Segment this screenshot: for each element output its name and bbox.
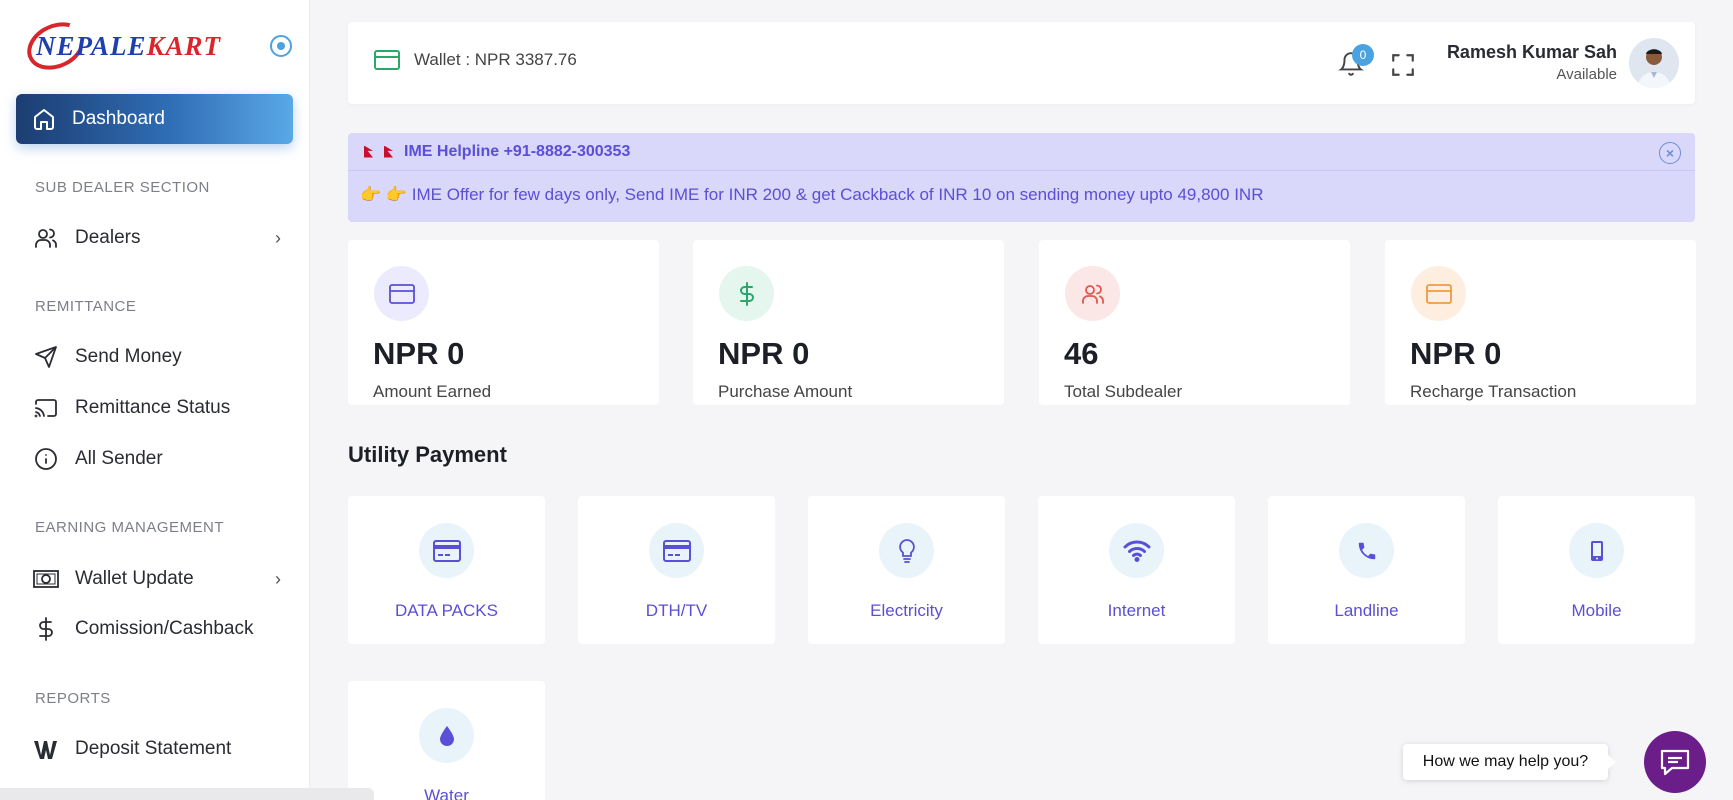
stat-value: NPR 0 [1410, 336, 1502, 371]
helpline-row: IME Helpline +91-8882-300353 × [348, 133, 1695, 171]
stat-value: NPR 0 [718, 336, 810, 371]
stat-value: 46 [1064, 336, 1099, 371]
sidebar-item-send-money[interactable]: Send Money [33, 337, 289, 377]
close-icon[interactable]: × [1659, 142, 1681, 164]
wifi-icon [1109, 523, 1164, 578]
sidebar-item-all-sender[interactable]: All Sender [33, 439, 289, 479]
section-remittance: REMITTANCE [35, 298, 137, 315]
sidebar: NEPALEKART Dashboard SUB DEALER SECTION … [0, 0, 310, 800]
notification-button[interactable]: 0 [1338, 44, 1374, 80]
sidebar-item-wallet-update[interactable]: Wallet Update › [33, 559, 289, 599]
section-sub-dealer: SUB DEALER SECTION [35, 179, 210, 196]
tile-label: Water [424, 786, 469, 800]
sidebar-item-deposit-statement[interactable]: Deposit Statement [33, 729, 289, 769]
stat-card-amount-earned: NPR 0 Amount Earned [348, 240, 659, 405]
section-earning: EARNING MANAGEMENT [35, 519, 225, 536]
user-status: Available [1556, 66, 1617, 83]
mobile-icon [1569, 523, 1624, 578]
sidebar-item-label: Dealers [75, 227, 141, 248]
sidebar-item-remittance-status[interactable]: Remittance Status [33, 388, 289, 428]
fullscreen-button[interactable] [1390, 52, 1416, 78]
send-icon [33, 344, 59, 370]
logo-row: NEPALEKART [19, 13, 292, 79]
utility-tile-dth-tv[interactable]: DTH/TV [578, 496, 775, 644]
section-reports: REPORTS [35, 690, 111, 707]
stat-label: Recharge Transaction [1410, 382, 1577, 401]
bulb-icon [879, 523, 934, 578]
utility-tile-water[interactable]: Water [348, 681, 545, 800]
sidebar-item-label: Dashboard [72, 108, 165, 129]
stat-card-purchase-amount: NPR 0 Purchase Amount [693, 240, 1004, 405]
sidebar-item-label: Wallet Update [75, 568, 194, 589]
home-icon [34, 109, 54, 130]
cast-icon [33, 395, 59, 421]
offer-message: 👉 👉 IME Offer for few days only, Send IM… [360, 185, 1264, 204]
credit-card-icon [649, 523, 704, 578]
dollar-icon [33, 616, 59, 642]
phone-icon [1339, 523, 1394, 578]
tile-label: Mobile [1571, 601, 1622, 620]
tile-label: DTH/TV [645, 601, 708, 620]
chat-button[interactable] [1644, 731, 1706, 793]
chat-icon [1660, 749, 1690, 776]
sidebar-item-label: Remittance Status [75, 397, 231, 418]
credit-card-icon [419, 523, 474, 578]
sidebar-item-label: Deposit Statement [75, 738, 232, 759]
sidebar-toggle-icon[interactable] [270, 35, 292, 57]
top-header: Wallet : NPR 3387.76 0 Ramesh Kumar Sah … [348, 22, 1695, 104]
stat-label: Total Subdealer [1064, 382, 1183, 401]
brand-logo[interactable]: NEPALEKART [19, 13, 221, 79]
water-drop-icon [419, 708, 474, 763]
fullscreen-icon [1392, 54, 1414, 76]
money-icon [33, 566, 59, 592]
tile-label: Landline [1334, 601, 1399, 620]
stat-value: NPR 0 [373, 336, 465, 371]
nepal-flag-icon [364, 145, 373, 158]
info-icon [33, 446, 59, 472]
wallet-card-icon [374, 50, 400, 70]
tile-label: Electricity [870, 601, 943, 620]
card-icon [374, 266, 429, 321]
helpline-text: IME Helpline +91-8882-300353 [404, 142, 631, 160]
utility-tile-data-packs[interactable]: DATA PACKS [348, 496, 545, 644]
tile-label: Internet [1107, 601, 1166, 620]
avatar[interactable] [1629, 38, 1679, 88]
utility-tile-electricity[interactable]: Electricity [808, 496, 1005, 644]
utility-tile-internet[interactable]: Internet [1038, 496, 1235, 644]
stat-card-total-subdealer: 46 Total Subdealer [1039, 240, 1350, 405]
stat-label: Amount Earned [373, 382, 492, 401]
chat-help-prompt[interactable]: How we may help you? [1403, 744, 1616, 780]
utility-tile-mobile[interactable]: Mobile [1498, 496, 1695, 644]
stat-card-recharge-transaction: NPR 0 Recharge Transaction [1385, 240, 1696, 405]
stat-label: Purchase Amount [718, 382, 853, 401]
sidebar-item-commission[interactable]: Comission/Cashback [33, 609, 289, 649]
dollar-icon [719, 266, 774, 321]
sidebar-item-label: Send Money [75, 346, 182, 367]
sidebar-item-dealers[interactable]: Dealers › [33, 218, 289, 258]
statement-icon [33, 736, 59, 762]
browser-status-bar [0, 788, 374, 800]
card-icon [1411, 266, 1466, 321]
announcement-banner: IME Helpline +91-8882-300353 × 👉 👉 IME O… [348, 133, 1695, 222]
users-icon [33, 225, 59, 251]
sidebar-item-label: Comission/Cashback [75, 618, 254, 639]
chevron-right-icon: › [275, 568, 281, 589]
sidebar-item-dashboard[interactable]: Dashboard [16, 94, 293, 144]
tile-label: DATA PACKS [395, 601, 498, 620]
utility-payment-title: Utility Payment [348, 442, 507, 467]
sidebar-item-label: All Sender [75, 448, 163, 469]
utility-tile-landline[interactable]: Landline [1268, 496, 1465, 644]
wallet-balance: Wallet : NPR 3387.76 [374, 50, 577, 70]
nepal-flag-icon [384, 145, 393, 158]
users-icon [1065, 266, 1120, 321]
wallet-text: Wallet : NPR 3387.76 [414, 50, 577, 69]
chevron-right-icon: › [275, 227, 281, 248]
notification-badge: 0 [1352, 44, 1374, 66]
user-name[interactable]: Ramesh Kumar Sah [1447, 42, 1617, 63]
